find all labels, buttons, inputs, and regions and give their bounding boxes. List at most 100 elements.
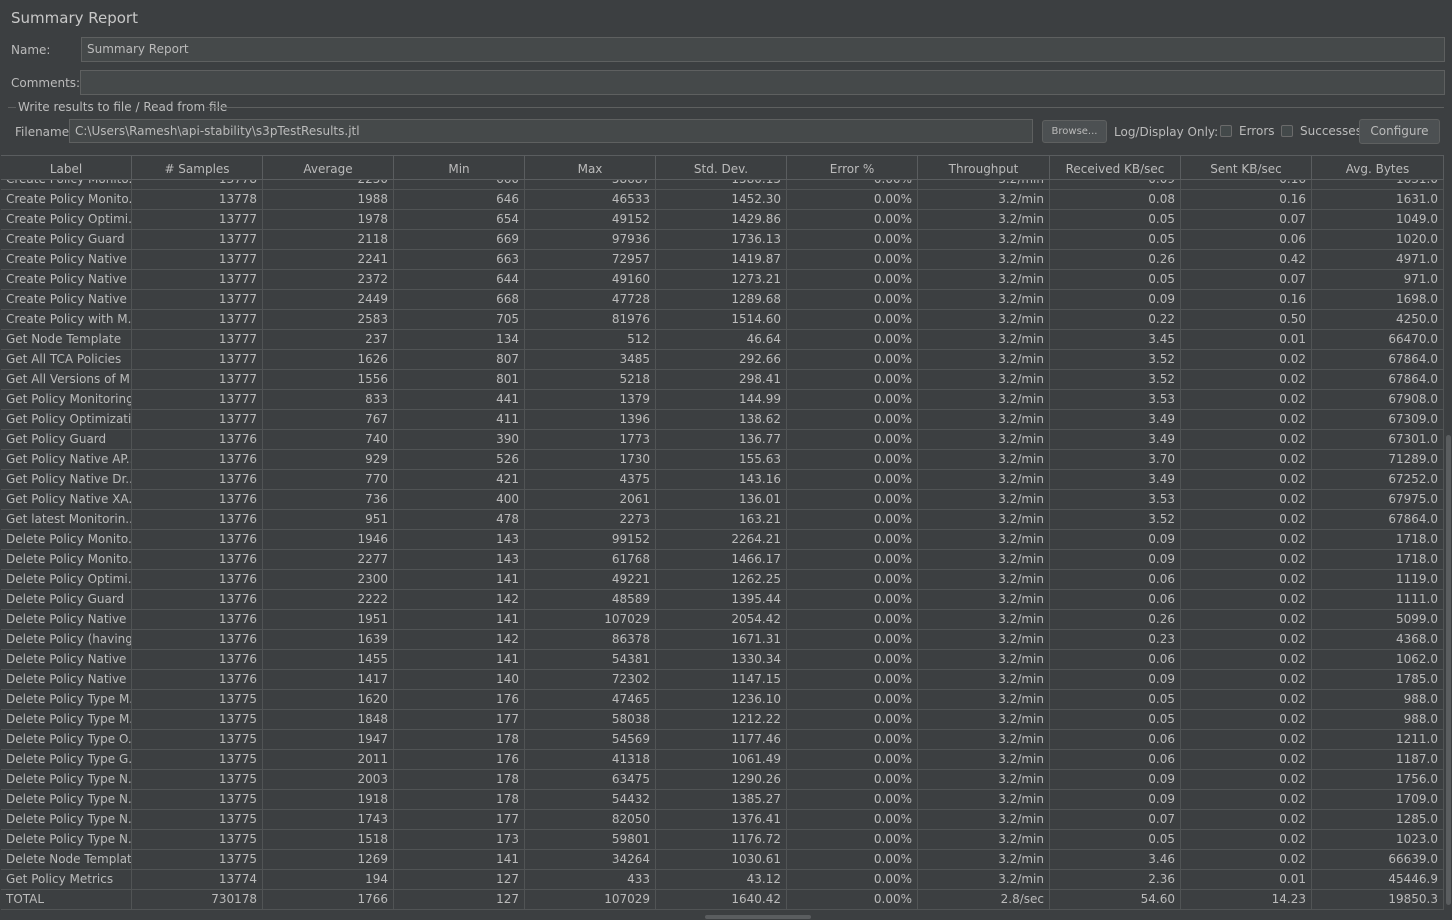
column-header[interactable]: Sent KB/sec xyxy=(1181,156,1312,179)
table-cell: 54432 xyxy=(525,790,656,809)
table-cell: 13775 xyxy=(132,730,263,749)
column-header[interactable]: Min xyxy=(394,156,525,179)
table-row[interactable]: Get Policy Metrics 13774 194 127 433 43.12 0.0… xyxy=(1,870,1444,890)
table-cell: 3.2/min xyxy=(918,770,1050,789)
table-cell: 1766 xyxy=(263,890,394,909)
table-row[interactable]: Get All Versions of M... 13777 1556 801 5218… xyxy=(1,370,1444,390)
name-field[interactable]: Summary Report xyxy=(81,37,1445,62)
table-row[interactable]: Delete Policy Optimi... 13776 2300 141 49221… xyxy=(1,570,1444,590)
table-cell: 13775 xyxy=(132,750,263,769)
table-cell: 3.2/min xyxy=(918,590,1050,609)
table-cell: 0.00% xyxy=(787,590,918,609)
table-row[interactable]: Delete Policy Type M... 13775 1848 177 58038… xyxy=(1,710,1444,730)
column-header[interactable]: Max xyxy=(525,156,656,179)
table-cell: 1023.0 xyxy=(1312,830,1444,849)
table-row[interactable]: Get Policy Guard 13776 740 390 1773 136.77 0.0… xyxy=(1,430,1444,450)
errors-checkbox[interactable] xyxy=(1220,125,1232,137)
table-row[interactable]: Delete Policy (having... 13776 1639 142 8637… xyxy=(1,630,1444,650)
table-row[interactable]: Delete Policy Type N... 13775 1918 178 54432… xyxy=(1,790,1444,810)
table-row[interactable]: Delete Policy Type N... 13775 2003 178 63475… xyxy=(1,770,1444,790)
table-row[interactable]: Get Policy Monitoring 13777 833 441 1379 144.… xyxy=(1,390,1444,410)
table-row[interactable]: Get Node Template 13777 237 134 512 46.64 0.00… xyxy=(1,330,1444,350)
table-cell: 1269 xyxy=(263,850,394,869)
table-cell: 1376.41 xyxy=(656,810,787,829)
column-header[interactable]: Label xyxy=(1,156,132,179)
table-row[interactable]: Delete Policy Guard 13776 2222 142 48589 1395… xyxy=(1,590,1444,610)
table-cell: 47728 xyxy=(525,290,656,309)
column-header[interactable]: Throughput xyxy=(918,156,1050,179)
table-cell: 0.08 xyxy=(1050,190,1181,209)
comments-field[interactable] xyxy=(80,70,1445,95)
table-cell: Delete Policy Native ... xyxy=(1,650,132,669)
table-cell: 3.2/min xyxy=(918,510,1050,529)
table-cell: 1417 xyxy=(263,670,394,689)
table-cell: 478 xyxy=(394,510,525,529)
table-row[interactable]: Delete Policy Type G... 13775 2011 176 41318… xyxy=(1,750,1444,770)
filename-field[interactable]: C:\Users\Ramesh\api-stability\s3pTestRes… xyxy=(69,119,1033,143)
table-row[interactable]: Delete Policy Native ... 13776 1951 141 1070… xyxy=(1,610,1444,630)
vertical-scroll-thumb[interactable] xyxy=(1446,435,1451,905)
filename-label: Filename xyxy=(15,125,70,139)
table-cell: 1514.60 xyxy=(656,310,787,329)
table-cell: 2.8/sec xyxy=(918,890,1050,909)
table-cell: 99152 xyxy=(525,530,656,549)
total-row[interactable]: TOTAL 730178 1766 127 107029 1640.42 0.00% 2.8/… xyxy=(1,890,1444,910)
table-row[interactable]: Delete Policy Native ... 13776 1417 140 7230… xyxy=(1,670,1444,690)
table-cell: 82050 xyxy=(525,810,656,829)
table-cell: Delete Policy Guard xyxy=(1,590,132,609)
table-row[interactable]: Delete Policy Type N... 13775 1743 177 82050… xyxy=(1,810,1444,830)
group-border xyxy=(206,107,1444,108)
table-row[interactable]: Delete Policy Native ... 13776 1455 141 5438… xyxy=(1,650,1444,670)
table-row[interactable]: Create Policy Monito... 13778 1988 646 46533… xyxy=(1,190,1444,210)
table-cell: 67252.0 xyxy=(1312,470,1444,489)
table-cell: 951 xyxy=(263,510,394,529)
table-row[interactable]: Create Policy Native ... 13777 2449 668 4772… xyxy=(1,290,1444,310)
table-row[interactable]: Create Policy Guard 13777 2118 669 97936 1736… xyxy=(1,230,1444,250)
table-cell: 0.00% xyxy=(787,810,918,829)
table-cell: 0.00% xyxy=(787,490,918,509)
table-body: Create Policy Monito...13778225066058687… xyxy=(1,170,1444,910)
table-row[interactable]: Delete Policy Monito... 13776 1946 143 99152… xyxy=(1,530,1444,550)
browse-button[interactable]: Browse... xyxy=(1042,120,1107,143)
table-row[interactable]: Get Policy Native AP... 13776 929 526 1730 15… xyxy=(1,450,1444,470)
table-cell: 0.00% xyxy=(787,550,918,569)
table-cell: 0.00% xyxy=(787,450,918,469)
horizontal-scroll-thumb[interactable] xyxy=(705,915,811,919)
table-cell: 3.2/min xyxy=(918,630,1050,649)
table-row[interactable]: Get Policy Native XA... 13776 736 400 2061 13… xyxy=(1,490,1444,510)
table-row[interactable]: Delete Policy Type N... 13775 1518 173 59801… xyxy=(1,830,1444,850)
table-cell: 0.02 xyxy=(1181,470,1312,489)
table-cell: 433 xyxy=(525,870,656,889)
table-row[interactable]: Get All TCA Policies 13777 1626 807 3485 292.… xyxy=(1,350,1444,370)
table-cell: 0.00% xyxy=(787,410,918,429)
table-cell: 0.16 xyxy=(1181,190,1312,209)
table-cell: Create Policy Monito... xyxy=(1,190,132,209)
table-row[interactable]: Get Policy Native Dr... 13776 770 421 4375 14… xyxy=(1,470,1444,490)
column-header[interactable]: Std. Dev. xyxy=(656,156,787,179)
table-row[interactable]: Delete Policy Type M... 13775 1620 176 47465… xyxy=(1,690,1444,710)
table-row[interactable]: Delete Policy Monito... 13776 2277 143 61768… xyxy=(1,550,1444,570)
column-header[interactable]: Received KB/sec xyxy=(1050,156,1181,179)
table-row[interactable]: Get Policy Optimizati... 13777 767 411 1396 1… xyxy=(1,410,1444,430)
table-row[interactable]: Get latest Monitorin... 13776 951 478 2273 16… xyxy=(1,510,1444,530)
table-cell: 1330.34 xyxy=(656,650,787,669)
table-cell: Get All Versions of M... xyxy=(1,370,132,389)
table-cell: Get Policy Monitoring xyxy=(1,390,132,409)
column-header[interactable]: Average xyxy=(263,156,394,179)
configure-button[interactable]: Configure xyxy=(1359,119,1440,144)
table-cell: 2118 xyxy=(263,230,394,249)
table-cell: 3.45 xyxy=(1050,330,1181,349)
successes-checkbox[interactable] xyxy=(1281,125,1293,137)
table-cell: 3.46 xyxy=(1050,850,1181,869)
table-row[interactable]: Create Policy with M... 13777 2583 705 81976… xyxy=(1,310,1444,330)
table-row[interactable]: Create Policy Optimi... 13777 1978 654 49152… xyxy=(1,210,1444,230)
table-cell: Create Policy with M... xyxy=(1,310,132,329)
table-cell: 3.2/min xyxy=(918,310,1050,329)
table-row[interactable]: Create Policy Native ... 13777 2372 644 4916… xyxy=(1,270,1444,290)
column-header[interactable]: Error % xyxy=(787,156,918,179)
table-row[interactable]: Create Policy Native ... 13777 2241 663 7295… xyxy=(1,250,1444,270)
table-row[interactable]: Delete Node Template 13775 1269 141 34264 103… xyxy=(1,850,1444,870)
column-header[interactable]: Avg. Bytes xyxy=(1312,156,1444,179)
table-row[interactable]: Delete Policy Type O... 13775 1947 178 54569… xyxy=(1,730,1444,750)
column-header[interactable]: # Samples xyxy=(132,156,263,179)
